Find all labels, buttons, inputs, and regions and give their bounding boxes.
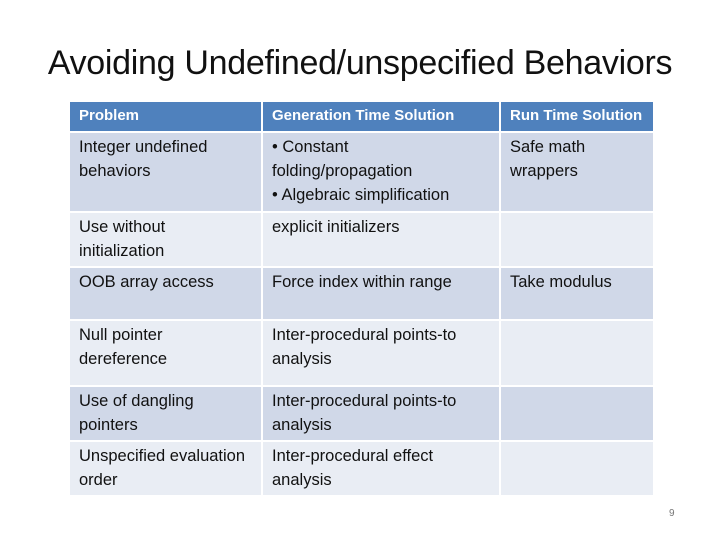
cell-problem: OOB array access	[70, 268, 261, 319]
table-row: Null pointer dereference Inter-procedura…	[70, 321, 653, 385]
bullet-item: • Algebraic simplification	[272, 186, 450, 204]
table-row: Unspecified evaluation order Inter-proce…	[70, 442, 653, 495]
cell-generation: explicit initializers	[263, 213, 499, 266]
table-row: OOB array access Force index within rang…	[70, 268, 653, 319]
table-header-row: Problem Generation Time Solution Run Tim…	[70, 102, 653, 131]
cell-generation: Inter-procedural points-to analysis	[263, 387, 499, 440]
header-run-time-solution: Run Time Solution	[501, 102, 653, 131]
table-row: Use of dangling pointers Inter-procedura…	[70, 387, 653, 440]
header-problem: Problem	[70, 102, 261, 131]
cell-generation: Inter-procedural effect analysis	[263, 442, 499, 495]
cell-problem: Use of dangling pointers	[70, 387, 261, 440]
table-row: Use without initialization explicit init…	[70, 213, 653, 266]
cell-runtime: Safe math wrappers	[501, 133, 653, 211]
cell-generation: • Constant folding/propagation • Algebra…	[263, 133, 499, 211]
cell-generation: Inter-procedural points-to analysis	[263, 321, 499, 385]
bullet-item: • Constant folding/propagation	[272, 138, 413, 180]
page-number: 9	[669, 508, 675, 519]
cell-runtime	[501, 213, 653, 266]
cell-runtime	[501, 442, 653, 495]
cell-runtime	[501, 321, 653, 385]
header-generation-time-solution: Generation Time Solution	[263, 102, 499, 131]
slide-title: Avoiding Undefined/unspecified Behaviors	[47, 44, 673, 82]
table-row: Integer undefined behaviors • Constant f…	[70, 133, 653, 211]
behaviors-table: Problem Generation Time Solution Run Tim…	[68, 100, 655, 497]
cell-problem: Unspecified evaluation order	[70, 442, 261, 495]
cell-problem: Integer undefined behaviors	[70, 133, 261, 211]
cell-problem: Null pointer dereference	[70, 321, 261, 385]
cell-problem: Use without initialization	[70, 213, 261, 266]
cell-generation: Force index within range	[263, 268, 499, 319]
cell-runtime: Take modulus	[501, 268, 653, 319]
cell-runtime	[501, 387, 653, 440]
